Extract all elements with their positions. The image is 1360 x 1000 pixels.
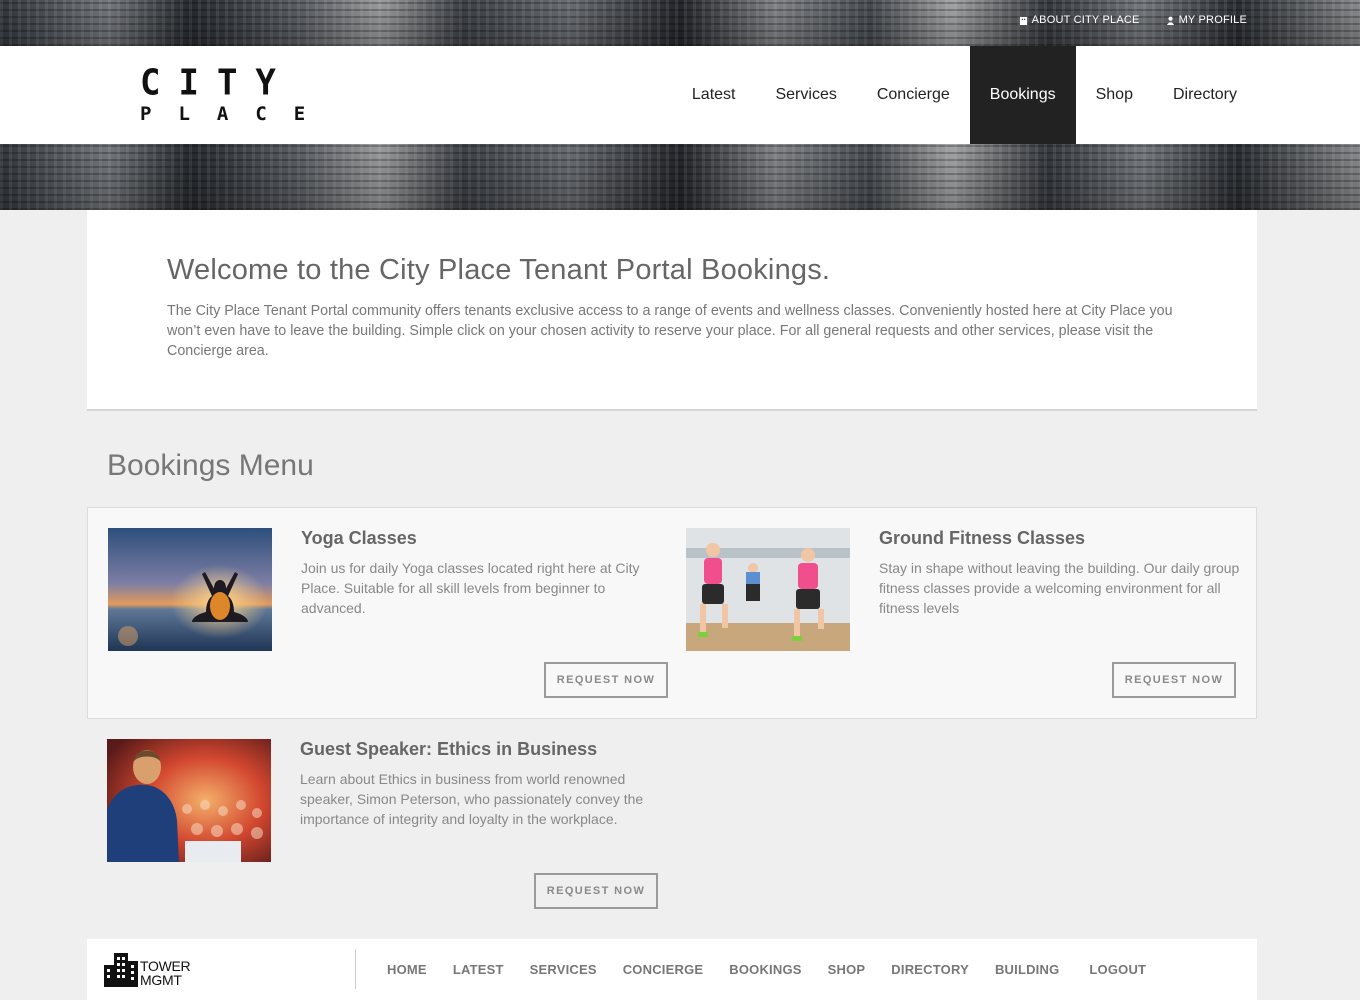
footer-nav-logout[interactable]: LOGOUT — [1089, 962, 1146, 977]
booking-card-fitness: Ground Fitness Classes Stay in shape wit… — [686, 528, 1239, 708]
site-header: CITY PLACE Latest Services Concierge Boo… — [0, 46, 1360, 144]
tower-building-icon — [104, 953, 138, 987]
nav-services[interactable]: Services — [755, 46, 856, 144]
city-place-logo[interactable]: CITY PLACE — [140, 62, 333, 126]
speaker-request-button[interactable]: REQUEST NOW — [534, 873, 658, 909]
fitness-image[interactable] — [686, 528, 850, 651]
main-nav: Latest Services Concierge Bookings Shop … — [672, 46, 1257, 144]
footer-nav-directory[interactable]: DIRECTORY — [891, 962, 969, 977]
fitness-title[interactable]: Ground Fitness Classes — [879, 528, 1085, 549]
nav-latest[interactable]: Latest — [672, 46, 756, 144]
my-profile-label: MY PROFILE — [1178, 14, 1247, 26]
footer-nav-bookings[interactable]: BOOKINGS — [729, 962, 801, 977]
welcome-panel: Welcome to the City Place Tenant Portal … — [87, 210, 1257, 411]
footer-nav-latest[interactable]: LATEST — [453, 962, 504, 977]
footer-nav-home[interactable]: HOME — [387, 962, 427, 977]
footer-nav-concierge[interactable]: CONCIERGE — [623, 962, 704, 977]
footer-nav-building[interactable]: BUILDING — [995, 962, 1059, 977]
footer-divider — [355, 949, 356, 989]
tower-mgmt-logo[interactable]: TOWER MGMT — [104, 951, 191, 988]
speaker-image[interactable] — [107, 739, 271, 862]
nav-concierge[interactable]: Concierge — [857, 46, 970, 144]
yoga-request-button[interactable]: REQUEST NOW — [544, 662, 668, 698]
footer-logo-line-1: TOWER — [140, 958, 191, 974]
logo-line-2: PLACE — [140, 103, 333, 125]
my-profile-link[interactable]: MY PROFILE — [1166, 14, 1247, 26]
user-icon — [1166, 16, 1174, 25]
speaker-description: Learn about Ethics in business from worl… — [300, 771, 644, 827]
site-footer: TOWER MGMT HOME LATEST SERVICES CONCIERG… — [87, 939, 1257, 1000]
booking-card-yoga: Yoga Classes Join us for daily Yoga clas… — [108, 528, 668, 708]
footer-nav: HOME LATEST SERVICES CONCIERGE BOOKINGS … — [387, 939, 1172, 1000]
fitness-request-button[interactable]: REQUEST NOW — [1112, 662, 1236, 698]
welcome-body: The City Place Tenant Portal community o… — [167, 303, 1173, 359]
welcome-title: Welcome to the City Place Tenant Portal … — [167, 254, 831, 286]
about-city-place-link[interactable]: ABOUT CITY PLACE — [1019, 14, 1140, 26]
footer-logo-line-2: MGMT — [140, 972, 182, 988]
yoga-description: Join us for daily Yoga classes located r… — [301, 560, 640, 616]
nav-shop[interactable]: Shop — [1076, 46, 1153, 144]
footer-nav-shop[interactable]: SHOP — [828, 962, 866, 977]
yoga-title[interactable]: Yoga Classes — [301, 528, 417, 549]
yoga-image[interactable] — [108, 528, 272, 651]
fitness-description: Stay in shape without leaving the buildi… — [879, 560, 1240, 616]
logo-line-1: CITY — [140, 62, 294, 104]
nav-bookings[interactable]: Bookings — [969, 46, 1076, 144]
footer-nav-services[interactable]: SERVICES — [530, 962, 597, 977]
building-icon — [1019, 16, 1027, 25]
bookings-menu-title: Bookings Menu — [107, 449, 314, 482]
city-banner-band — [0, 144, 1360, 210]
speaker-title[interactable]: Guest Speaker: Ethics in Business — [300, 739, 597, 760]
nav-directory[interactable]: Directory — [1153, 46, 1257, 144]
about-city-place-label: ABOUT CITY PLACE — [1031, 14, 1140, 26]
booking-card-speaker: Guest Speaker: Ethics in Business Learn … — [107, 739, 658, 919]
top-links: ABOUT CITY PLACE MY PROFILE — [1019, 14, 1247, 26]
